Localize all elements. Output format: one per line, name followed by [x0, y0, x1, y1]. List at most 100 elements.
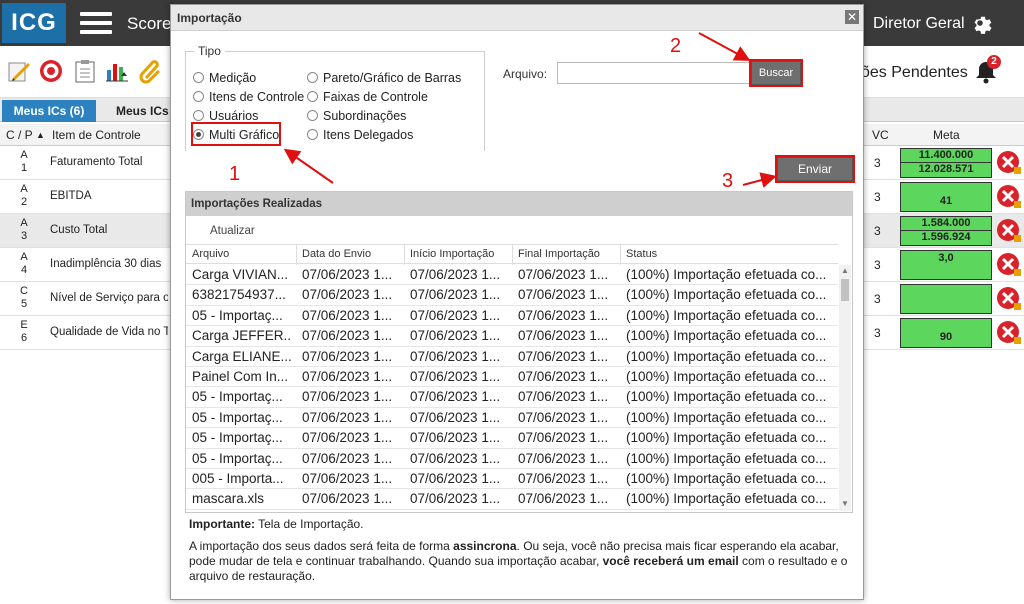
radio-dot-icon: [193, 72, 204, 83]
import-row[interactable]: 63821754937... 07/06/2023 1... 07/06/2023 …: [186, 285, 838, 306]
import-row[interactable]: 05 - Importaç... 07/06/2023 1... 07/06/202…: [186, 306, 838, 327]
radio-pareto[interactable]: Pareto/Gráfico de Barras: [307, 71, 461, 85]
import-row[interactable]: 05 - Importaç... 07/06/2023 1... 07/06/202…: [186, 387, 838, 408]
imports-table-header: Arquivo Data do Envio Início Importação …: [186, 244, 838, 265]
vc-cell: 3: [874, 258, 881, 272]
import-row[interactable]: Carga VIVIAN... 07/06/2023 1... 07/06/2023…: [186, 265, 838, 286]
cp-cell: A1: [20, 149, 28, 174]
notification-badge: 2: [987, 55, 1001, 69]
meta-cell: 3,0: [900, 250, 992, 280]
delete-icon[interactable]: [996, 218, 1022, 244]
radio-faixas-controle[interactable]: Faixas de Controle: [307, 90, 428, 104]
import-row[interactable]: Carga JEFFER... 07/06/2023 1... 07/06/2023…: [186, 326, 838, 347]
cp-cell: A3: [20, 217, 28, 242]
import-cell: 05 - Importaç...: [192, 430, 283, 446]
refresh-button[interactable]: Atualizar: [210, 225, 255, 237]
meta-cell: 90: [900, 318, 992, 348]
radio-usuarios[interactable]: Usuários: [193, 109, 258, 123]
delete-icon[interactable]: [996, 252, 1022, 278]
radio-subordinacoes[interactable]: Subordinações: [307, 109, 406, 123]
close-icon[interactable]: ✕: [845, 10, 859, 24]
delete-icon[interactable]: [996, 286, 1022, 312]
imports-scrollbar[interactable]: ▲ ▼: [839, 265, 851, 511]
col-meta[interactable]: Meta: [933, 128, 960, 142]
import-cell: 07/06/2023 1...: [518, 389, 609, 405]
import-cell: 07/06/2023 1...: [518, 307, 609, 323]
col-status[interactable]: Status: [626, 248, 657, 260]
vc-cell: 3: [874, 190, 881, 204]
import-cell: 005 - Importa...: [192, 470, 284, 486]
scroll-down-icon[interactable]: ▼: [841, 499, 849, 508]
import-row[interactable]: 05 - Importaç... 07/06/2023 1... 07/06/202…: [186, 428, 838, 449]
target-icon[interactable]: [38, 58, 64, 84]
import-cell: 07/06/2023 1...: [410, 307, 501, 323]
user-name[interactable]: Diretor Geral: [873, 15, 965, 33]
import-cell: mascara.xls: [192, 491, 265, 507]
tab-my-ics[interactable]: Meus ICs (6): [2, 100, 96, 122]
import-cell: (100%) Importação efetuada co...: [626, 389, 827, 405]
import-row[interactable]: 05 - Importaç... 07/06/2023 1... 07/06/202…: [186, 408, 838, 429]
tab-my-ics-other[interactable]: Meus ICs A: [106, 100, 176, 122]
import-cell: Carga VIVIAN...: [192, 267, 289, 282]
delete-icon[interactable]: [996, 184, 1022, 210]
import-cell: 07/06/2023 1...: [302, 287, 393, 303]
meta-cell: 11.400.000 12.028.571: [900, 148, 992, 178]
item-name[interactable]: Custo Total: [50, 224, 168, 236]
import-cell: 07/06/2023 1...: [518, 470, 609, 486]
async-note: A importação dos seus dados será feita d…: [189, 539, 848, 583]
col-cp[interactable]: C / P: [6, 128, 33, 142]
delete-icon[interactable]: [996, 320, 1022, 346]
import-cell: 07/06/2023 1...: [302, 328, 393, 344]
import-row[interactable]: mascara.xls 07/06/2023 1... 07/06/2023 1..…: [186, 489, 838, 510]
import-row[interactable]: Carga ELIANE... 07/06/2023 1... 07/06/2023…: [186, 347, 838, 367]
sort-up-icon[interactable]: ▲: [36, 130, 45, 140]
radio-itens-delegados[interactable]: Itens Delegados: [307, 128, 413, 142]
pending-actions-label[interactable]: ões Pendentes: [861, 64, 968, 82]
delete-icon[interactable]: [996, 150, 1022, 176]
import-cell: 07/06/2023 1...: [302, 368, 393, 384]
import-cell: (100%) Importação efetuada co...: [626, 307, 827, 323]
bar-chart-icon[interactable]: [104, 58, 130, 84]
import-cell: 07/06/2023 1...: [410, 328, 501, 344]
app-logo: ICG: [2, 3, 66, 43]
col-item[interactable]: Item de Controle: [52, 128, 141, 142]
attachment-icon[interactable]: [138, 58, 164, 84]
scroll-thumb[interactable]: [841, 279, 849, 301]
import-cell: 07/06/2023 1...: [518, 450, 609, 466]
gear-icon[interactable]: [970, 13, 994, 37]
vc-cell: 3: [874, 156, 881, 170]
file-input[interactable]: [557, 62, 751, 84]
import-row[interactable]: 05 - Importaç... 07/06/2023 1... 07/06/202…: [186, 449, 838, 469]
import-cell: 07/06/2023 1...: [518, 267, 609, 282]
import-dialog: Importação ✕ Tipo Medição Itens de Contr…: [170, 4, 864, 600]
item-name[interactable]: EBITDA: [50, 190, 168, 202]
import-row[interactable]: 005 - Importa... 07/06/2023 1... 07/06/202…: [186, 469, 838, 490]
import-cell: 07/06/2023 1...: [410, 389, 501, 405]
menu-icon[interactable]: [80, 12, 112, 34]
clipboard-icon[interactable]: [72, 58, 98, 84]
import-cell: 05 - Importaç...: [192, 409, 283, 425]
item-name[interactable]: Qualidade de Vida no Tr...: [50, 326, 168, 338]
import-row[interactable]: Painel Com In... 07/06/2023 1... 07/06/202…: [186, 367, 838, 388]
import-cell: 07/06/2023 1...: [518, 491, 609, 507]
radio-itens-controle[interactable]: Itens de Controle: [193, 90, 304, 104]
radio-dot-icon: [307, 110, 318, 121]
send-button[interactable]: Enviar: [775, 155, 855, 183]
imports-panel: Importações Realizadas Atualizar Arquivo…: [185, 191, 853, 513]
col-vc[interactable]: VC: [872, 128, 889, 142]
col-arquivo[interactable]: Arquivo: [192, 248, 229, 260]
browse-button[interactable]: Buscar: [749, 59, 803, 87]
vc-cell: 3: [874, 292, 881, 306]
cp-cell: C5: [20, 285, 28, 310]
import-cell: 07/06/2023 1...: [410, 348, 501, 364]
radio-medicao[interactable]: Medição: [193, 71, 256, 85]
item-name[interactable]: Inadimplência 30 dias: [50, 258, 168, 270]
col-final[interactable]: Final Importação: [518, 248, 600, 260]
col-inicio[interactable]: Início Importação: [410, 248, 494, 260]
scroll-up-icon[interactable]: ▲: [841, 266, 849, 275]
item-name[interactable]: Nível de Serviço para o ...: [50, 292, 168, 304]
import-cell: Carga JEFFER...: [192, 328, 292, 344]
item-name[interactable]: Faturamento Total: [50, 156, 168, 168]
edit-icon[interactable]: [6, 58, 32, 84]
col-data-envio[interactable]: Data do Envio: [302, 248, 371, 260]
